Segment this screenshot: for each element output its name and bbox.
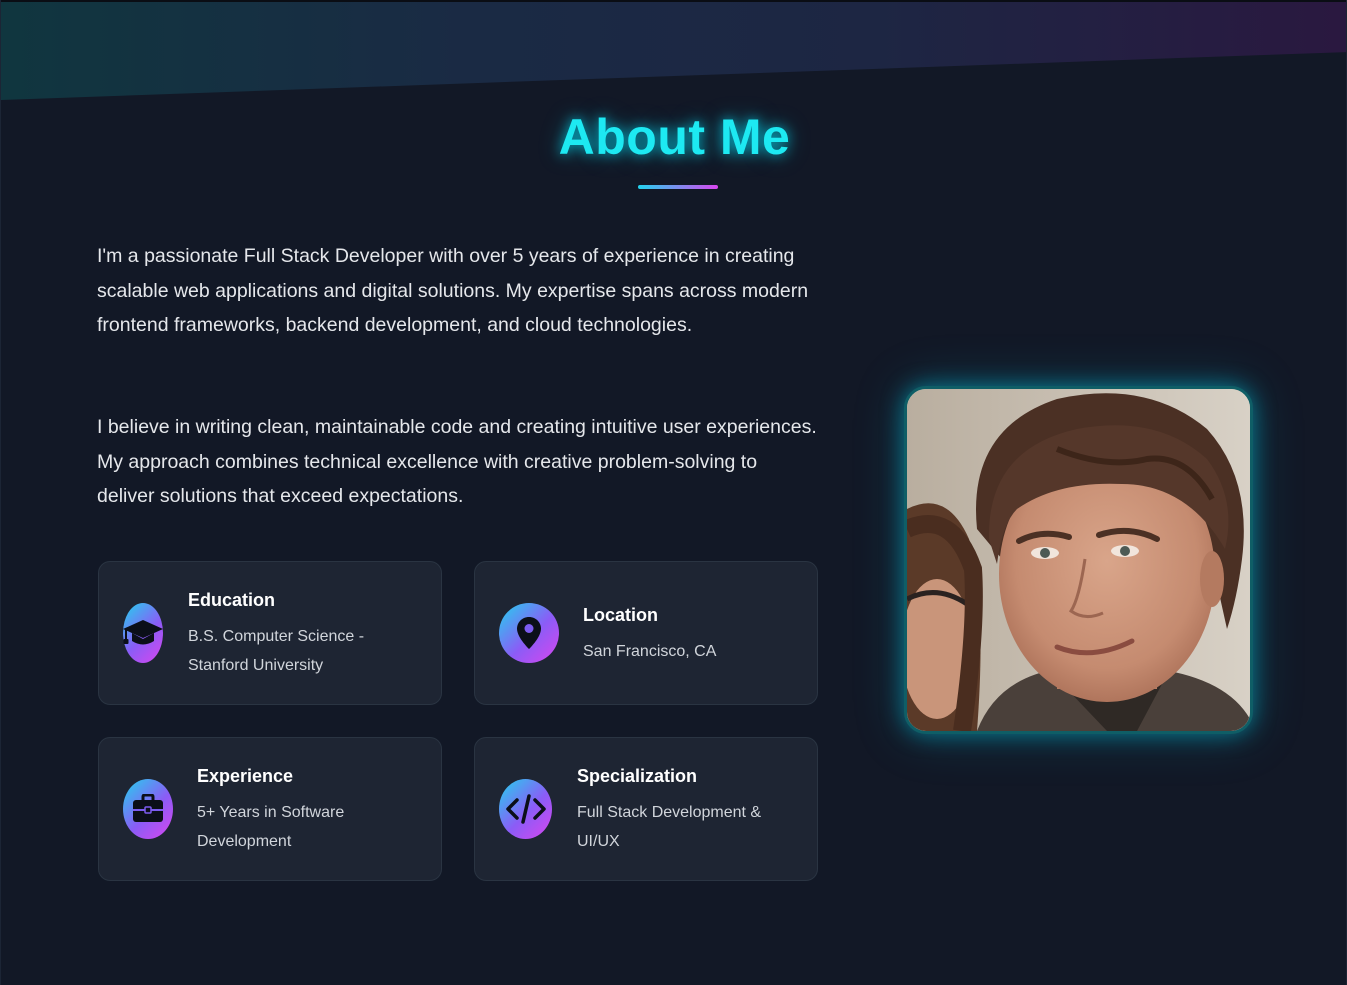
map-pin-icon xyxy=(499,603,559,663)
section-title: About Me xyxy=(558,109,791,165)
card-text: San Francisco, CA xyxy=(583,643,717,660)
profile-photo xyxy=(904,386,1253,734)
code-icon xyxy=(499,779,552,839)
card-title: Education xyxy=(188,590,276,610)
info-card-location: Location San Francisco, CA xyxy=(474,561,818,705)
card-title: Experience xyxy=(197,766,294,786)
card-text: B.S. Computer Science - Stanford Univers… xyxy=(188,628,365,674)
info-card-education: Education B.S. Computer Science - Stanfo… xyxy=(98,561,442,705)
info-card-experience: Experience 5+ Years in Software Developm… xyxy=(98,737,442,881)
intro-paragraph-2: I believe in writing clean, maintainable… xyxy=(97,416,817,507)
about-section: About Me I'm a passionate Full Stack Dev… xyxy=(0,0,1347,985)
intro-paragraph-1: I'm a passionate Full Stack Developer wi… xyxy=(97,245,809,336)
graduation-cap-icon xyxy=(123,603,163,663)
info-card-specialization: Specialization Full Stack Development & … xyxy=(474,737,818,881)
title-underline xyxy=(638,185,718,189)
header-gradient-band xyxy=(1,0,1346,100)
card-title: Specialization xyxy=(577,766,698,786)
card-text: 5+ Years in Software Development xyxy=(197,804,345,850)
card-text: Full Stack Development & UI/UX xyxy=(577,804,762,850)
top-border xyxy=(1,0,1346,2)
briefcase-icon xyxy=(123,779,173,839)
card-title: Location xyxy=(583,605,658,625)
